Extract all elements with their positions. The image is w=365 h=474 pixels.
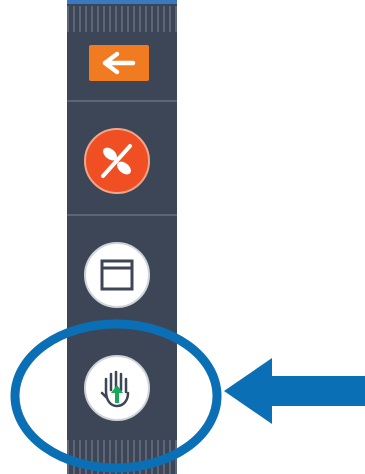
toolbar-divider — [67, 214, 177, 216]
window-icon — [100, 259, 134, 291]
arrow-left-icon — [102, 51, 136, 75]
annotation-overlay — [10, 319, 365, 473]
pointer-arrow-icon — [224, 358, 365, 424]
raise-hand-icon — [100, 370, 130, 408]
meeting-toolbar — [67, 0, 177, 474]
raise-hand-button[interactable] — [84, 355, 150, 421]
window-button[interactable] — [84, 242, 150, 308]
toolbar-divider — [67, 100, 177, 102]
toolbar-drag-handle-bottom[interactable] — [67, 440, 177, 474]
back-button[interactable] — [89, 45, 149, 81]
slashed-circles-icon — [101, 144, 132, 178]
stop-sharing-button[interactable] — [84, 128, 150, 194]
page — [0, 0, 365, 474]
toolbar-drag-handle-top[interactable] — [67, 6, 177, 32]
toolbar-top-accent — [67, 0, 177, 4]
